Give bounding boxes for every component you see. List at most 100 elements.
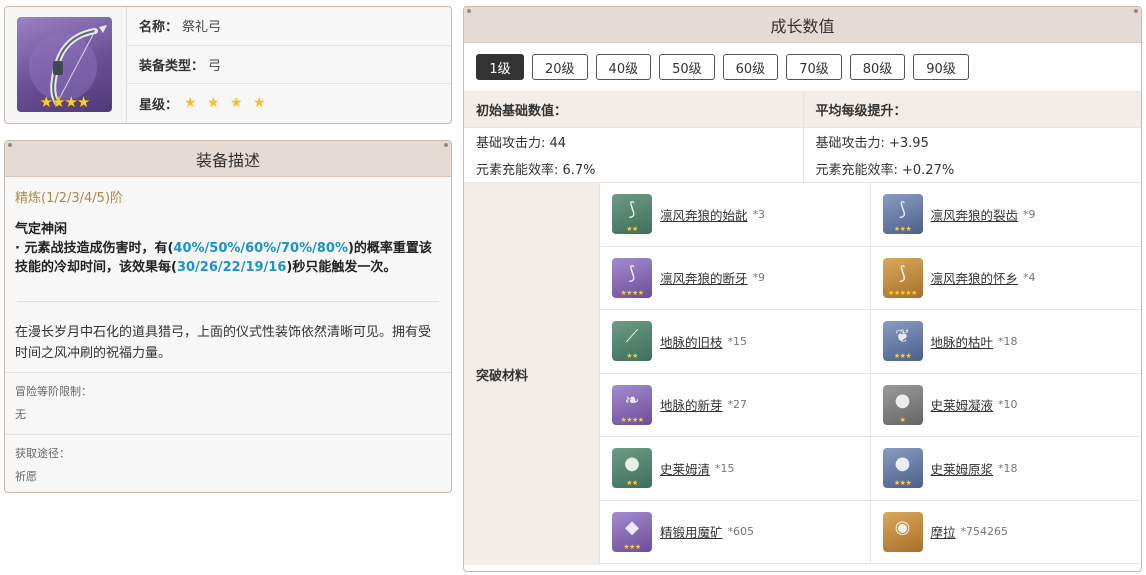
level-button[interactable]: 40级: [595, 54, 652, 80]
material-link[interactable]: 凛风奔狼的始龀: [660, 205, 748, 224]
passive-text: · 元素战技造成伤害时，有(40%/50%/60%/70%/80%)的概率重置该…: [15, 239, 441, 277]
slime-icon[interactable]: ● ★★★: [882, 448, 923, 489]
material-count: *10: [998, 398, 1018, 412]
chance-values: 40%/50%/60%/70%/80%: [173, 241, 348, 256]
material-link[interactable]: 凛风奔狼的断牙: [660, 268, 748, 287]
refinement-title: 精炼(1/2/3/4/5)阶: [15, 191, 124, 206]
slime-icon[interactable]: ● ★★: [612, 448, 652, 489]
material-stars: ★: [899, 415, 906, 424]
stat-table: 初始基础数值： 基础攻击力: 44 元素充能效率: 6.7% 平均每级提升： 基…: [464, 92, 1141, 183]
ore-icon[interactable]: ◆ ★★★: [612, 511, 652, 552]
weapon-rarity-row: 星级： ★ ★ ★ ★: [127, 84, 451, 123]
level-button[interactable]: 70级: [786, 54, 842, 80]
material-item: ◆ ★★★ 精锻用魔矿 *605: [600, 500, 871, 564]
weapon-name: 祭礼弓: [182, 20, 222, 36]
growth-card: 成长数值 1级 20级 40级 50级 60级 70级 80级 90级 初始基础数值： 基础攻…: [463, 6, 1142, 572]
level-limit-section: 冒险等阶限制： 无: [5, 372, 451, 434]
level-limit-label: 冒险等阶限制：: [15, 385, 92, 398]
material-link[interactable]: 史莱姆清: [660, 459, 710, 478]
per-level-header: 平均每级提升：: [803, 92, 1141, 128]
source-value: 祈愿: [15, 470, 37, 483]
material-stars: ★★: [626, 479, 638, 488]
weapon-name-row: 名称： 祭礼弓: [127, 7, 451, 46]
sprout-icon[interactable]: ❧ ★★★★: [612, 384, 652, 425]
level-button[interactable]: 60级: [722, 54, 779, 80]
level-button[interactable]: 80级: [849, 54, 906, 80]
material-link[interactable]: 精锻用魔矿: [660, 522, 723, 541]
material-link[interactable]: 地脉的旧枝: [660, 332, 723, 351]
base-atk: 基础攻击力: 44: [476, 136, 567, 151]
level-button[interactable]: 50级: [659, 54, 715, 80]
fang-icon[interactable]: ⟆ ★★: [612, 194, 652, 235]
source-label: 获取途径：: [15, 447, 70, 460]
weapon-type: 弓: [208, 58, 222, 74]
weapon-type-row: 装备类型： 弓: [127, 46, 451, 85]
slime-icon[interactable]: ● ★: [882, 384, 923, 425]
material-link[interactable]: 摩拉: [931, 522, 956, 541]
corner-dot: [8, 143, 12, 147]
cooldown-values: 30/26/22/19/16: [176, 260, 287, 275]
fang-icon[interactable]: ⟆ ★★★★: [612, 257, 652, 298]
material-count: *15: [727, 334, 748, 348]
fang-icon[interactable]: ⟆ ★★★: [882, 194, 923, 235]
material-item: ⟋ ★★ 地脉的旧枝 *15: [600, 310, 871, 374]
material-item: ● ★★ 史莱姆清 *15: [600, 437, 871, 501]
material-link[interactable]: 地脉的新芽: [660, 395, 723, 414]
material-count: *754265: [960, 525, 1009, 539]
branch-icon[interactable]: ⟋ ★★: [612, 321, 652, 362]
passive-text-part: · 元素战技造成伤害时，有(: [15, 241, 174, 256]
material-item: ❦ ★★★ 地脉的枯叶 *18: [870, 310, 1141, 374]
material-count: *4: [1023, 271, 1036, 285]
material-stars: ★★★: [623, 542, 641, 551]
bow-icon: ★★★★: [17, 17, 112, 112]
name-label: 名称：: [139, 20, 179, 36]
material-count: *3: [752, 207, 766, 221]
level-button[interactable]: 20级: [532, 54, 588, 80]
corner-dot: [444, 143, 448, 147]
material-item: ◉ 摩拉 *754265: [870, 501, 1141, 564]
material-stars: ★★★★: [620, 288, 644, 297]
passive-effect: 气定神闲 · 元素战技造成伤害时，有(40%/50%/60%/70%/80%)的…: [5, 206, 451, 277]
material-link[interactable]: 凛风奔狼的裂齿: [931, 205, 1019, 224]
coin-icon[interactable]: ◉: [882, 511, 923, 552]
rarity-label: 星级：: [139, 97, 179, 113]
materials-grid: ⟆ ★★ 凛风奔狼的始龀 *3 ⟆ ★★★ 凛风奔狼的裂齿 *9 ⟆ ★★★★ 凛风奔狼的断牙 *9 ⟆…: [600, 183, 1141, 565]
level-limit-value: 无: [15, 408, 26, 421]
per-level-energy-recharge: 元素充能效率: +0.27%: [815, 163, 955, 178]
material-item: ⟆ ★★★★ 凛风奔狼的断牙 *9: [600, 246, 871, 310]
material-link[interactable]: 地脉的枯叶: [931, 332, 994, 351]
weapon-thumbnail: ★★★★: [5, 7, 127, 123]
material-stars: ★★★★★: [888, 288, 917, 297]
description-header: 装备描述: [5, 141, 451, 177]
material-stars: ★★★: [893, 352, 912, 361]
thumbnail-stars: ★★★★: [39, 93, 91, 111]
corner-dot: [1134, 9, 1138, 13]
material-count: *9: [1023, 207, 1036, 221]
level-button[interactable]: 1级: [476, 54, 524, 80]
base-stats-column: 初始基础数值： 基础攻击力: 44 元素充能效率: 6.7%: [464, 92, 803, 182]
type-label: 装备类型：: [139, 58, 205, 74]
material-link[interactable]: 史莱姆原浆: [931, 459, 994, 478]
materials-label: 突破材料: [464, 183, 600, 565]
material-stars: ★★★: [893, 225, 912, 234]
material-count: *605: [727, 525, 755, 539]
weapon-info-card: ★★★★ 名称： 祭礼弓 装备类型： 弓 星级： ★ ★ ★ ★: [4, 6, 452, 124]
description-card: 装备描述 精炼(1/2/3/4/5)阶 气定神闲 · 元素战技造成伤害时，有(4…: [4, 140, 452, 493]
leaf-icon[interactable]: ❦ ★★★: [882, 321, 923, 362]
material-count: *15: [715, 461, 735, 475]
ascension-materials: 突破材料 ⟆ ★★ 凛风奔狼的始龀 *3 ⟆ ★★★ 凛风奔狼的裂齿 *9 ⟆ ★★★★ 凛风奔狼的…: [464, 183, 1141, 565]
lore-text: 在漫长岁月中石化的道具猎弓，上面的仪式性装饰依然清晰可见。拥有受时间之风冲刷的祝…: [15, 325, 432, 361]
material-item: ● ★ 史莱姆凝液 *10: [870, 374, 1141, 437]
per-level-column: 平均每级提升： 基础攻击力: +3.95 元素充能效率: +0.27%: [802, 92, 1141, 182]
description-title: 装备描述: [195, 150, 260, 170]
growth-title: 成长数值: [770, 16, 835, 36]
material-item: ❧ ★★★★ 地脉的新芽 *27: [600, 373, 871, 437]
source-section: 获取途径： 祈愿: [5, 434, 451, 492]
material-link[interactable]: 史莱姆凝液: [931, 395, 994, 414]
material-stars: ★★★: [893, 479, 912, 488]
material-link[interactable]: 凛风奔狼的怀乡: [931, 268, 1019, 287]
level-button[interactable]: 90级: [913, 54, 969, 80]
material-item: ⟆ ★★ 凛风奔狼的始龀 *3: [600, 183, 871, 247]
fang-icon[interactable]: ⟆ ★★★★★: [882, 257, 923, 298]
per-level-atk: 基础攻击力: +3.95: [815, 136, 929, 151]
